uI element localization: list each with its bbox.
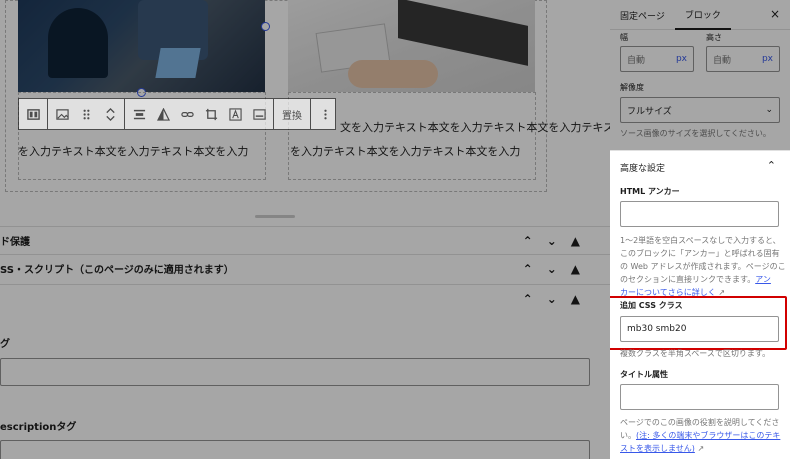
html-anchor-input[interactable] [620, 201, 779, 227]
paragraph-text[interactable]: を入力テキスト本文を入力テキスト本文を入力 [18, 143, 248, 159]
chevron-up-icon[interactable]: ⌃ [523, 262, 533, 276]
image-calculator-keyboard[interactable] [288, 0, 535, 92]
toggle-caret-icon[interactable]: ▲ [571, 292, 580, 306]
title-attr-label: タイトル属性 [620, 370, 668, 379]
image-hand [348, 60, 438, 88]
title-note-link[interactable]: (注: 多くの端末やブラウザーはこのテキ [636, 431, 780, 440]
toggle-caret-icon[interactable]: ▲ [571, 262, 580, 276]
sidebar-overlay [610, 0, 790, 150]
toggle-caret-icon[interactable]: ▲ [571, 234, 580, 248]
image-keyboard [398, 0, 528, 66]
text-overlay-icon[interactable] [223, 99, 247, 129]
chevron-down-icon[interactable]: ⌄ [547, 292, 557, 306]
block-inserter-line [255, 215, 295, 218]
paragraph-text[interactable]: を入力テキスト本文を入力テキスト本文を入力 [290, 143, 520, 159]
title-attr-input[interactable] [620, 384, 779, 410]
chevron-up-icon: ⌃ [766, 159, 776, 172]
image-icon[interactable] [50, 99, 74, 129]
duotone-icon[interactable] [151, 99, 175, 129]
resize-handle-right[interactable] [261, 22, 270, 31]
highlight-box [610, 296, 787, 350]
chevron-up-icon[interactable]: ⌃ [523, 234, 533, 248]
image-figure [48, 8, 108, 78]
chevron-down-icon[interactable]: ⌄ [547, 234, 557, 248]
seo-title-input[interactable] [0, 358, 590, 386]
anchor-help-line: 1〜2単語を空白スペースなしで入力すると、 [620, 236, 781, 245]
field-label: グ [0, 339, 10, 350]
panel-title: SS・スクリプト（このページのみに適用されます） [0, 265, 234, 276]
anchor-help-line: の Web アドレスが作成されます。ページのこ [620, 262, 786, 271]
paragraph-text[interactable]: 文を入力テキスト本文を入力テキスト本文を入力テキスト [340, 119, 610, 135]
title-help: ページでのこの画像の役割を説明してくださ い。(注: 多くの端末やブラウザーはこ… [620, 416, 788, 455]
chevron-down-icon[interactable]: ⌄ [547, 262, 557, 276]
external-link-icon: ↗ [697, 444, 705, 453]
image-business-meeting[interactable] [18, 0, 265, 92]
replace-button[interactable]: 置換 [276, 107, 308, 122]
anchor-help-line: このブロックに「アンカー」と呼ばれる固有 [620, 249, 780, 258]
caption-icon[interactable] [247, 99, 271, 129]
meta-panel-css-script[interactable]: SS・スクリプト（このページのみに適用されます） ⌃ ⌄ ▲ [0, 254, 610, 282]
title-note-link[interactable]: ストを表示しません) [620, 444, 695, 453]
meta-description-input[interactable] [0, 440, 590, 459]
chevron-up-icon[interactable]: ⌃ [523, 292, 533, 306]
toolbar-group-more [311, 99, 339, 129]
drag-handle-icon[interactable] [74, 99, 98, 129]
toolbar-group-block [48, 99, 125, 129]
anchor-learn-more-link[interactable]: アン [755, 275, 771, 284]
meta-panel-protection[interactable]: ド保護 ⌃ ⌄ ▲ [0, 226, 610, 254]
toolbar-group-format [125, 99, 274, 129]
move-updown-icon[interactable] [98, 99, 122, 129]
more-options-icon[interactable] [313, 99, 337, 129]
meta-panel-seo[interactable]: ⌃ ⌄ ▲ [0, 284, 610, 312]
settings-sidebar: 固定ページ ブロック × 幅 高さ 自動 px 自動 px 解像度 フルサイズ … [610, 0, 790, 459]
crop-icon[interactable] [199, 99, 223, 129]
align-icon[interactable] [127, 99, 151, 129]
anchor-help: 1〜2単語を空白スペースなしで入力すると、 このブロックに「アンカー」と呼ばれる… [620, 234, 788, 299]
title-help-line: ページでのこの画像の役割を説明してくださ [620, 418, 780, 427]
columns-icon[interactable] [21, 99, 45, 129]
editor-canvas: 文を入力テキスト本文を入力テキスト本文を入力テキスト を入力テキスト本文を入力テ… [0, 0, 610, 459]
html-anchor-label: HTML アンカー [620, 187, 680, 196]
advanced-panel-header[interactable]: 高度な設定 ⌃ [610, 150, 790, 182]
toolbar-group-replace: 置換 [274, 99, 311, 129]
panel-title: ド保護 [0, 237, 30, 248]
advanced-title: 高度な設定 [620, 164, 666, 174]
toolbar-group-parent [19, 99, 48, 129]
title-help-line: い。 [620, 431, 636, 440]
block-toolbar: 置換 [18, 98, 336, 130]
image-screen [155, 48, 201, 78]
anchor-help-line: のセクションに直接リンクできます。 [620, 275, 756, 284]
css-class-help: 複数クラスを半角スペースで区切ります。 [620, 349, 771, 358]
field-label: escriptionタグ [0, 422, 77, 433]
link-icon[interactable] [175, 99, 199, 129]
